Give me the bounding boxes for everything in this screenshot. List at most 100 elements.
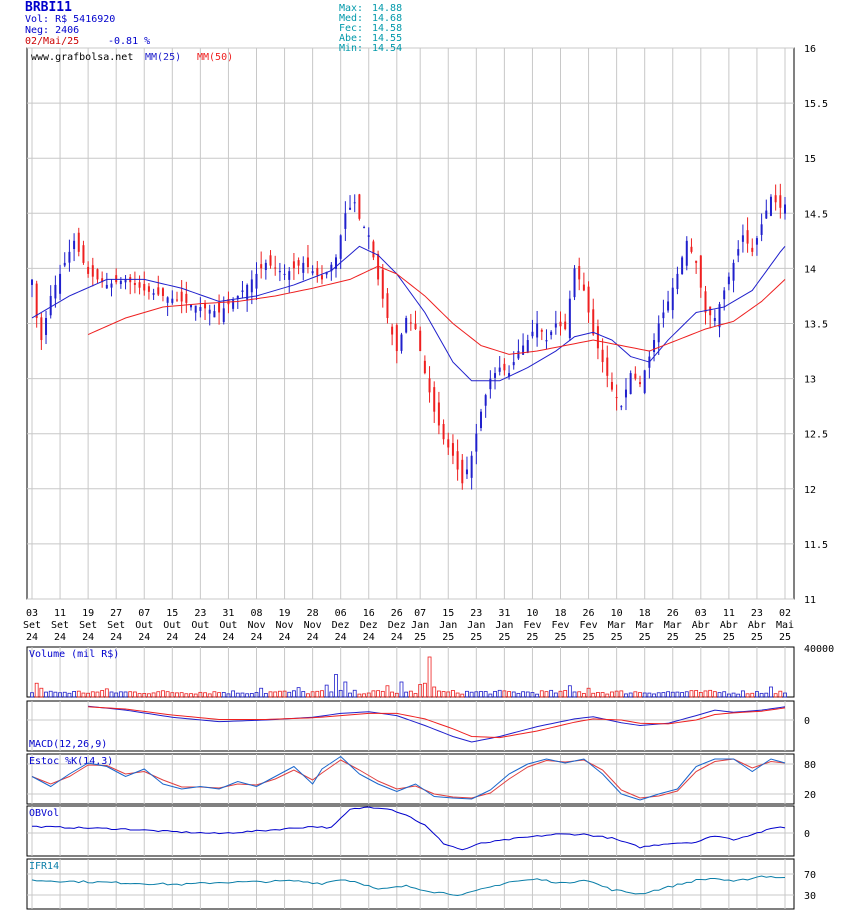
x-tick-month: Set	[79, 620, 97, 631]
candle-body	[269, 255, 272, 266]
x-tick-month: Mar	[636, 620, 654, 631]
x-tick-year: 24	[391, 632, 403, 643]
candle-body	[470, 455, 473, 478]
x-tick-month: Fev	[580, 620, 598, 631]
candle-body	[297, 260, 300, 266]
x-tick-month: Nov	[247, 620, 265, 631]
candle-body	[531, 331, 534, 337]
candle-body	[503, 363, 506, 371]
x-tick-month: Dez	[360, 620, 378, 631]
x-tick-month: Out	[219, 620, 237, 631]
x-tick-day: 19	[279, 608, 291, 619]
x-tick-month: Mar	[608, 620, 626, 631]
candle-body	[110, 283, 113, 288]
y-tick-label: 12	[804, 485, 816, 496]
x-tick-year: 24	[363, 632, 375, 643]
candle-body	[381, 269, 384, 299]
y-tick-label: 15	[804, 154, 816, 165]
candle-body	[152, 293, 155, 295]
x-tick-month: Abr	[720, 620, 738, 631]
candle-body	[260, 264, 263, 269]
candle-body	[479, 411, 482, 429]
candle-body	[564, 321, 567, 330]
x-tick-day: 07	[138, 608, 150, 619]
candle-body	[662, 312, 665, 319]
candle-body	[133, 283, 136, 285]
candle-body	[601, 349, 604, 363]
stoch-y-tick: 80	[804, 760, 816, 771]
x-tick-day: 06	[335, 608, 347, 619]
candle-body	[685, 240, 688, 266]
x-tick-day: 23	[470, 608, 482, 619]
candle-body	[45, 317, 48, 335]
x-tick-month: Dez	[388, 620, 406, 631]
x-tick-day: 28	[307, 608, 319, 619]
stock-chart: 1111.51212.51313.51414.51515.51603Set241…	[23, 44, 834, 910]
x-tick-year: 24	[335, 632, 347, 643]
candle-body	[774, 195, 777, 203]
x-tick-day: 11	[723, 608, 735, 619]
candle-body	[732, 262, 735, 281]
candle-body	[554, 323, 557, 328]
x-tick-day: 31	[222, 608, 234, 619]
candle-body	[204, 303, 207, 309]
candle-body	[428, 378, 431, 393]
legend-ma25: MM(25)	[145, 52, 181, 63]
candle-body	[306, 257, 309, 268]
candle-body	[437, 402, 440, 426]
y-tick-label: 11	[804, 595, 816, 606]
candle-body	[316, 267, 319, 276]
candle-body	[587, 286, 590, 313]
candle-body	[372, 241, 375, 258]
x-tick-day: 15	[166, 608, 178, 619]
candle-body	[709, 306, 712, 316]
candle-body	[423, 360, 426, 374]
candle-body	[278, 271, 281, 273]
x-tick-month: Out	[135, 620, 153, 631]
volume-panel-title: Volume (mil R$)	[29, 649, 119, 660]
candle-body	[592, 309, 595, 335]
x-tick-year: 24	[82, 632, 94, 643]
candle-body	[115, 275, 118, 283]
date-text: 02/Mai/25	[25, 36, 80, 47]
candle-body	[498, 367, 501, 372]
x-tick-day: 18	[639, 608, 651, 619]
candle-body	[639, 382, 642, 385]
candle-body	[629, 373, 632, 395]
stat-value: 14.54	[372, 43, 403, 54]
trades-text: Neg: 2406	[25, 25, 80, 36]
x-tick-month: Jan	[411, 620, 429, 631]
x-tick-year: 25	[414, 632, 426, 643]
x-tick-year: 24	[194, 632, 206, 643]
y-tick-label: 13.5	[804, 320, 828, 331]
x-tick-month: Fev	[523, 620, 541, 631]
candle-body	[671, 287, 674, 311]
candle-body	[395, 325, 398, 352]
x-tick-month: Mai	[776, 620, 794, 631]
candle-body	[433, 387, 436, 412]
x-tick-day: 03	[26, 608, 38, 619]
candle-body	[699, 255, 702, 288]
candle-body	[578, 266, 581, 280]
candle-body	[643, 370, 646, 393]
candle-body	[461, 459, 464, 484]
candle-body	[784, 204, 786, 214]
candle-body	[274, 267, 277, 269]
candle-body	[175, 299, 178, 301]
price-stats: Max: 14.88 Med: 14.68 Fec: 14.58 Abe: 14.55 Min:…	[339, 4, 402, 54]
x-tick-year: 24	[250, 632, 262, 643]
candle-body	[512, 362, 515, 366]
candle-body	[31, 279, 33, 285]
stat-row: Min: 14.54	[339, 44, 402, 54]
candle-body	[96, 269, 99, 280]
candle-body	[765, 210, 768, 219]
volume-panel-frame	[26, 646, 795, 698]
x-tick-month: Set	[23, 620, 41, 631]
x-tick-year: 24	[138, 632, 150, 643]
x-tick-year: 25	[611, 632, 623, 643]
candle-body	[171, 298, 174, 303]
candle-body	[419, 330, 422, 352]
x-tick-year: 25	[498, 632, 510, 643]
ifr-panel-title: IFR14	[29, 861, 59, 872]
x-tick-month: Jan	[495, 620, 513, 631]
